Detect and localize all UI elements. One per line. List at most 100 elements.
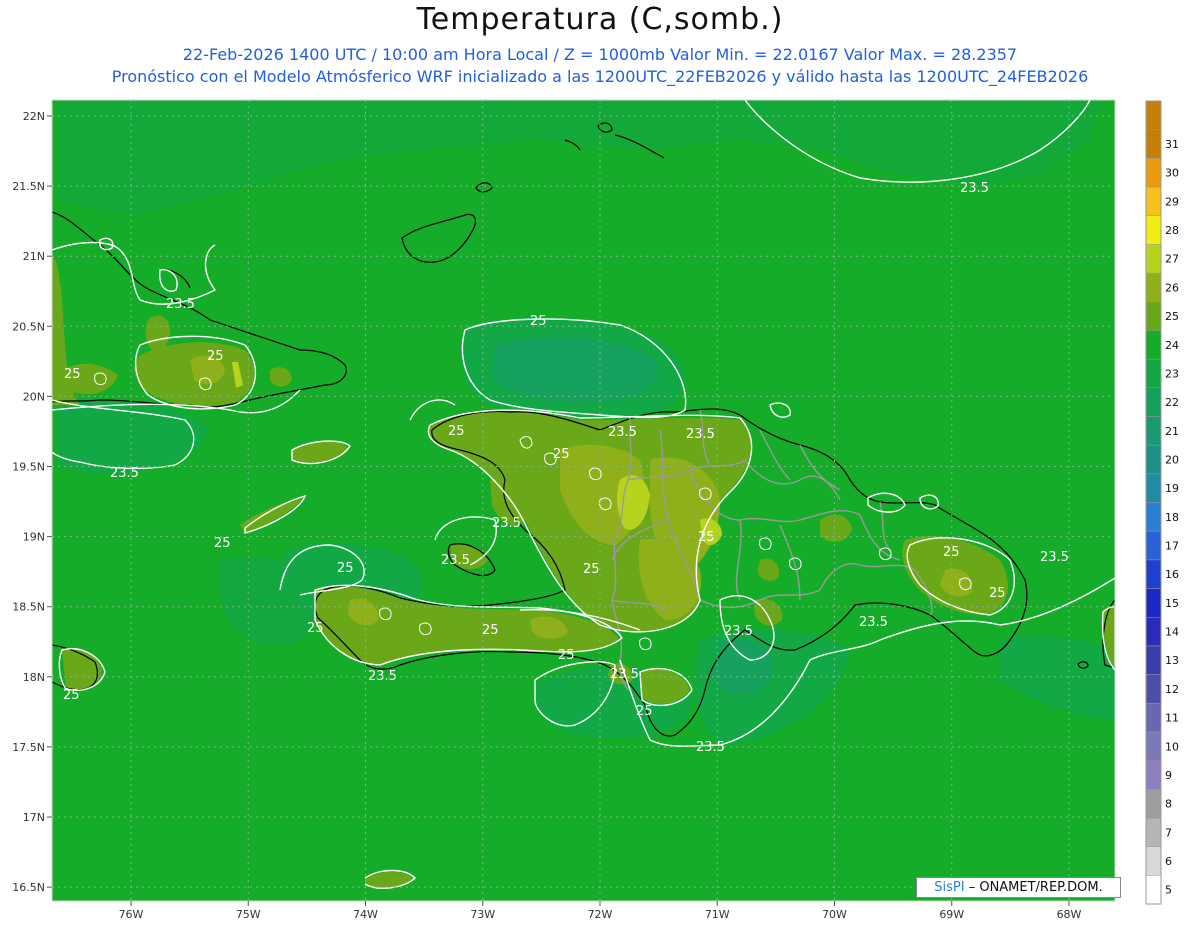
colorbar-label: 13 <box>1165 654 1179 667</box>
contour-label: 25 <box>307 621 324 636</box>
latitude-tick-label: 20.5N <box>12 320 45 333</box>
colorbar-label: 6 <box>1165 855 1172 868</box>
contour-label: 25 <box>558 648 575 663</box>
colorbar-label: 21 <box>1165 425 1179 438</box>
colorbar-swatch <box>1145 875 1162 905</box>
latitude-tick-label: 20N <box>23 390 45 403</box>
colorbar-label: 7 <box>1165 826 1172 839</box>
contour-label: 25 <box>448 424 465 439</box>
colorbar-swatch <box>1145 215 1162 245</box>
colorbar-swatch <box>1145 588 1162 618</box>
colorbar-label: 22 <box>1165 396 1179 409</box>
colorbar-swatch <box>1145 645 1162 675</box>
latitude-tick-label: 19.5N <box>12 461 45 474</box>
contour-label: 25 <box>583 562 600 577</box>
colorbar-swatch <box>1145 100 1162 130</box>
longitude-tick-label: 69W <box>939 908 964 921</box>
latitude-tick-label: 17.5N <box>12 741 45 754</box>
colorbar-label: 27 <box>1165 253 1179 266</box>
colorbar-swatch <box>1145 731 1162 761</box>
contour-label: 25 <box>64 367 81 382</box>
colorbar-swatch <box>1145 817 1162 847</box>
colorbar-label: 26 <box>1165 281 1179 294</box>
colorbar-swatch <box>1145 186 1162 216</box>
contour-label: 23.5 <box>1040 550 1069 565</box>
colorbar-label: 30 <box>1165 167 1179 180</box>
longitude-tick-label: 74W <box>353 908 378 921</box>
credit-box: SisPI – ONAMET/REP.DOM. <box>916 877 1121 898</box>
colorbar-label: 23 <box>1165 367 1179 380</box>
colorbar: 5 6 7 8 9 10 11 12 13 14 15 16 17 18 19 20 21 22 23 24 25 26 2… <box>1145 100 1179 905</box>
longitude-tick-label: 76W <box>119 908 144 921</box>
longitude-tick-label: 72W <box>588 908 613 921</box>
contour-label: 25 <box>214 536 231 551</box>
contour-label: 23.5 <box>686 427 715 442</box>
colorbar-swatch <box>1145 387 1162 417</box>
colorbar-swatch <box>1145 244 1162 274</box>
contour-label: 25 <box>698 530 715 545</box>
contour-label: 25 <box>63 688 80 703</box>
contour-label: 23.5 <box>608 425 637 440</box>
colorbar-swatch <box>1145 674 1162 704</box>
contour-label: 25 <box>337 561 354 576</box>
colorbar-label: 16 <box>1165 568 1179 581</box>
contour-label: 23.5 <box>166 297 195 312</box>
longitude-axis: 76W 75W 74W 73W 72W 71W 70W 69W 68W <box>119 901 1082 921</box>
contour-label: 25 <box>482 623 499 638</box>
longitude-tick-label: 68W <box>1057 908 1082 921</box>
latitude-tick-label: 16.5N <box>12 881 45 894</box>
contour-label: 23.5 <box>110 466 139 481</box>
longitude-tick-label: 71W <box>705 908 730 921</box>
contour-label: 23.5 <box>441 553 470 568</box>
colorbar-swatch <box>1145 473 1162 503</box>
colorbar-swatch <box>1145 502 1162 532</box>
colorbar-label: 11 <box>1165 712 1179 725</box>
credit-brand: SisPI <box>934 880 965 895</box>
colorbar-swatch <box>1145 158 1162 188</box>
colorbar-label: 8 <box>1165 798 1172 811</box>
contour-label: 23.5 <box>492 516 521 531</box>
colorbar-swatch <box>1145 760 1162 790</box>
longitude-tick-label: 73W <box>470 908 495 921</box>
colorbar-label: 15 <box>1165 597 1179 610</box>
colorbar-swatch <box>1145 530 1162 561</box>
colorbar-swatch <box>1145 789 1162 819</box>
longitude-tick-label: 75W <box>236 908 261 921</box>
contour-label: 25 <box>989 586 1006 601</box>
colorbar-swatch <box>1145 416 1162 446</box>
colorbar-label: 31 <box>1165 138 1179 151</box>
contour-label: 23.5 <box>859 615 888 630</box>
latitude-axis: 22N 21.5N 21N 20.5N 20N 19.5N 19N 18.5N 18N 17.5N… <box>12 110 52 894</box>
credit-org: – ONAMET/REP.DOM. <box>968 880 1103 895</box>
colorbar-label: 18 <box>1165 511 1179 524</box>
colorbar-swatch <box>1145 358 1162 389</box>
colorbar-swatch <box>1145 272 1162 303</box>
colorbar-swatch <box>1145 703 1162 733</box>
colorbar-label: 29 <box>1165 195 1179 208</box>
colorbar-label: 12 <box>1165 683 1179 696</box>
colorbar-swatch <box>1145 301 1162 331</box>
contour-label: 23.5 <box>610 667 639 682</box>
colorbar-swatch <box>1145 616 1162 647</box>
latitude-tick-label: 19N <box>23 531 45 544</box>
contour-label: 23.5 <box>696 740 725 755</box>
colorbar-swatch <box>1145 330 1162 360</box>
latitude-tick-label: 22N <box>23 110 45 123</box>
colorbar-swatch <box>1145 444 1162 475</box>
colorbar-label: 28 <box>1165 224 1179 237</box>
colorbar-label: 14 <box>1165 626 1179 639</box>
contour-label: 23.5 <box>960 181 989 196</box>
contour-label: 23.5 <box>724 624 753 639</box>
map-subtitle-model: Pronóstico con el Modelo Atmósferico WRF… <box>111 67 1089 86</box>
colorbar-label: 10 <box>1165 740 1179 753</box>
temperature-field: 23.5 23.5 25 25 23.5 25 25 25 23.5 23.5 … <box>52 100 1115 901</box>
colorbar-label: 5 <box>1165 884 1172 897</box>
colorbar-label: 17 <box>1165 540 1179 553</box>
map-title: Temperatura (C,somb.) <box>416 2 784 37</box>
colorbar-label: 19 <box>1165 482 1179 495</box>
colorbar-label: 24 <box>1165 339 1179 352</box>
temperature-map: 23.5 23.5 25 25 23.5 25 25 25 23.5 23.5 … <box>12 99 1179 921</box>
contour-label: 25 <box>207 349 224 364</box>
longitude-tick-label: 70W <box>822 908 847 921</box>
map-subtitle-validity: 22-Feb-2026 1400 UTC / 10:00 am Hora Loc… <box>182 45 1018 64</box>
